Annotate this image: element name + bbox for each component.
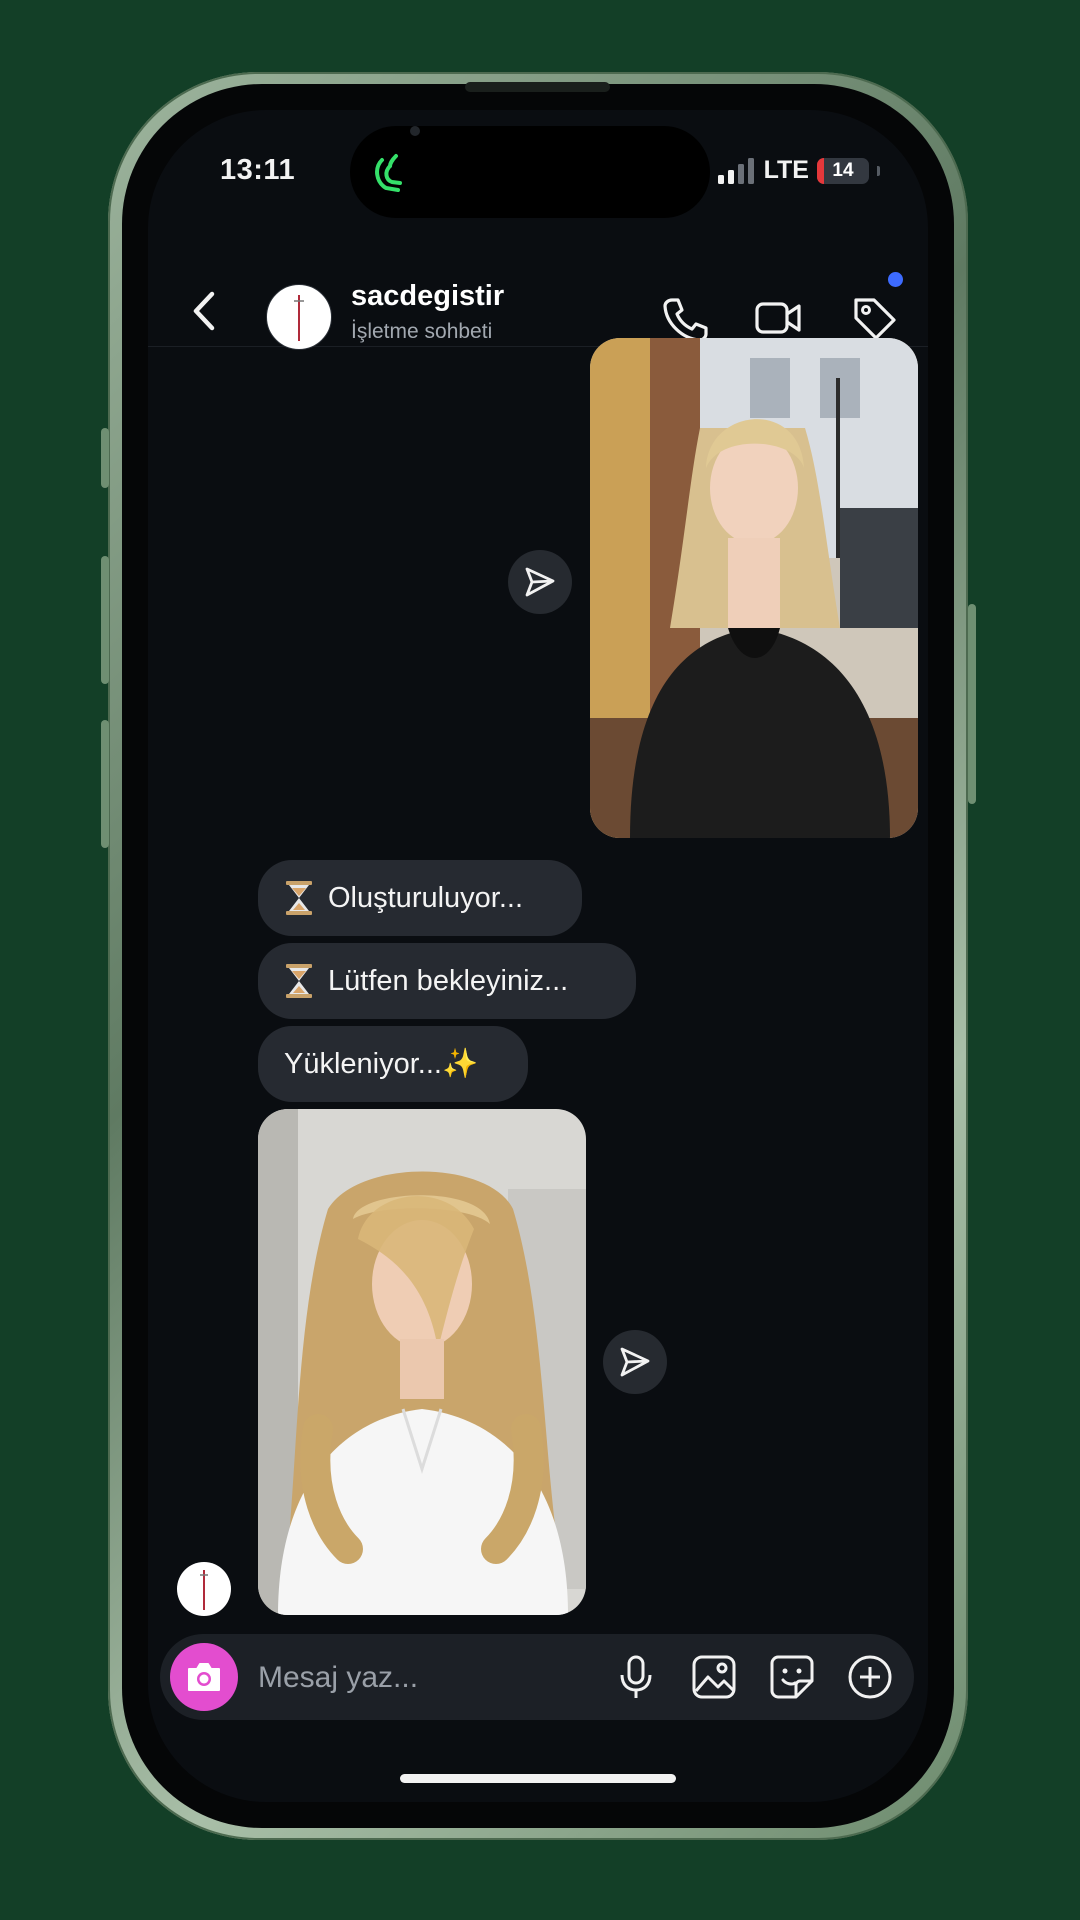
outgoing-photo[interactable] <box>590 338 918 838</box>
hourglass-icon <box>284 963 314 999</box>
photo-image <box>590 338 918 838</box>
share-button-outgoing[interactable] <box>508 550 572 614</box>
message-composer <box>160 1634 914 1720</box>
volume-down-button <box>101 720 109 848</box>
volume-up-button <box>101 556 109 684</box>
signal-icon <box>717 157 754 184</box>
sender-avatar[interactable] <box>177 1562 231 1616</box>
status-indicators: LTE 14 <box>717 156 880 185</box>
status-time: 13:11 <box>220 154 296 186</box>
gallery-icon[interactable] <box>690 1653 738 1701</box>
back-chevron-icon[interactable] <box>184 286 224 336</box>
message-text: Oluşturuluyor... <box>328 881 524 914</box>
sticker-icon[interactable] <box>768 1653 816 1701</box>
contact-subtitle: İşletme sohbeti <box>351 320 493 343</box>
contact-avatar[interactable] <box>266 284 332 350</box>
camera-icon <box>188 1663 220 1691</box>
incoming-photo[interactable] <box>258 1109 586 1615</box>
video-camera-icon[interactable] <box>754 294 802 342</box>
message-text: Lütfen bekleyiniz... <box>328 964 569 997</box>
home-indicator[interactable] <box>400 1774 676 1783</box>
battery-tip <box>877 165 880 176</box>
action-button <box>101 428 109 488</box>
avatar-logo-icon <box>294 295 304 341</box>
contact-name[interactable]: sacdegistir <box>351 280 504 313</box>
message-text: Yükleniyor...✨ <box>284 1048 479 1080</box>
share-button-incoming[interactable] <box>603 1330 667 1394</box>
phone-icon[interactable] <box>660 294 708 342</box>
plus-circle-icon[interactable] <box>846 1653 894 1701</box>
chat-header: sacdegistir İşletme sohbeti <box>148 246 928 350</box>
paper-plane-icon <box>620 1347 650 1377</box>
call-activity-icon <box>375 154 402 192</box>
avatar-logo-icon <box>200 1570 208 1610</box>
earpiece <box>465 82 610 92</box>
notification-dot <box>888 272 903 287</box>
camera-button[interactable] <box>170 1643 238 1711</box>
message-input[interactable] <box>256 1654 580 1702</box>
battery-icon: 14 <box>817 157 869 184</box>
message-bubble-please-wait[interactable]: Lütfen bekleyiniz... <box>258 943 636 1019</box>
photo-image <box>258 1109 586 1615</box>
front-camera <box>410 126 420 136</box>
network-type: LTE <box>763 156 809 184</box>
message-bubble-loading[interactable]: Yükleniyor...✨ <box>258 1026 528 1102</box>
message-bubble-generating[interactable]: Oluşturuluyor... <box>258 860 582 936</box>
battery-level: 14 <box>832 159 854 181</box>
hourglass-icon <box>284 880 314 916</box>
microphone-icon[interactable] <box>612 1653 660 1701</box>
tag-icon[interactable] <box>850 294 898 342</box>
screen: 13:11 LTE 14 sacdegistir İşletme sohbeti… <box>148 110 928 1802</box>
paper-plane-icon <box>525 567 555 597</box>
power-button <box>968 604 976 804</box>
dynamic-island[interactable] <box>350 126 710 218</box>
